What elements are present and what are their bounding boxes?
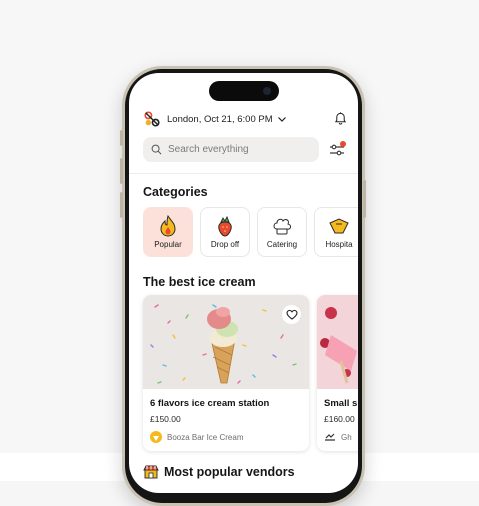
product-price: £150.00 — [150, 414, 181, 424]
bell-icon[interactable] — [334, 111, 347, 125]
vendor-name: Gh — [341, 432, 352, 442]
vendor-name: Booza Bar Ice Cream — [167, 432, 244, 442]
search-input[interactable]: Search everything — [168, 144, 249, 155]
vendor-info[interactable]: Booza Bar Ice Cream — [150, 431, 243, 443]
app-screen: London, Oct 21, 6:00 PM Search everythin… — [129, 73, 358, 493]
product-name: Small s — [324, 398, 358, 409]
heart-icon — [286, 309, 297, 320]
vendor-logo-icon — [325, 433, 335, 441]
category-popular[interactable]: Popular — [143, 207, 193, 257]
dynamic-island — [209, 81, 279, 101]
location-date-selector[interactable]: London, Oct 21, 6:00 PM — [167, 114, 273, 125]
best-ice-cream-heading: The best ice cream — [143, 275, 256, 289]
header-divider — [129, 173, 358, 174]
category-label: Popular — [154, 240, 182, 249]
vendor-logo-icon — [150, 431, 162, 443]
phone-power-button — [363, 180, 366, 218]
category-catering[interactable]: Catering — [257, 207, 307, 257]
category-label: Catering — [266, 240, 298, 249]
product-card[interactable]: 6 flavors ice cream station £150.00 Booz… — [143, 295, 309, 451]
fire-icon — [160, 215, 176, 237]
filter-badge — [340, 141, 346, 147]
category-drop-off[interactable]: Drop off — [200, 207, 250, 257]
hospitality-icon — [329, 218, 349, 234]
categories-heading: Categories — [143, 185, 208, 199]
favorite-button[interactable] — [282, 305, 301, 324]
categories-list: Popular Drop off Catering Hospita — [143, 207, 358, 259]
product-price: £160.00 — [324, 414, 355, 424]
search-bar[interactable]: Search everything — [143, 137, 319, 162]
product-card[interactable]: Small s £160.00 Gh — [317, 295, 358, 451]
category-hospitality[interactable]: Hospita — [314, 207, 358, 257]
product-name: 6 flavors ice cream station — [150, 398, 270, 409]
chevron-down-icon[interactable] — [277, 114, 287, 124]
category-label: Hospita — [325, 240, 353, 249]
store-icon — [143, 465, 159, 479]
most-popular-vendors-heading: Most popular vendors — [143, 465, 295, 479]
chef-hat-icon — [273, 218, 291, 235]
phone-volume-down-button — [120, 192, 123, 218]
category-label: Drop off — [210, 240, 240, 249]
camera-icon — [263, 87, 271, 95]
ice-lolly-image — [317, 295, 358, 389]
phone-volume-up-button — [120, 158, 123, 184]
most-popular-vendors-title: Most popular vendors — [164, 465, 295, 479]
vendor-info[interactable]: Gh — [324, 431, 352, 443]
phone-action-button — [120, 130, 123, 146]
strawberry-icon — [218, 215, 232, 237]
app-logo-icon — [144, 111, 160, 127]
filter-icon[interactable] — [327, 141, 347, 159]
app-header: London, Oct 21, 6:00 PM — [143, 109, 347, 129]
search-icon — [151, 144, 162, 155]
